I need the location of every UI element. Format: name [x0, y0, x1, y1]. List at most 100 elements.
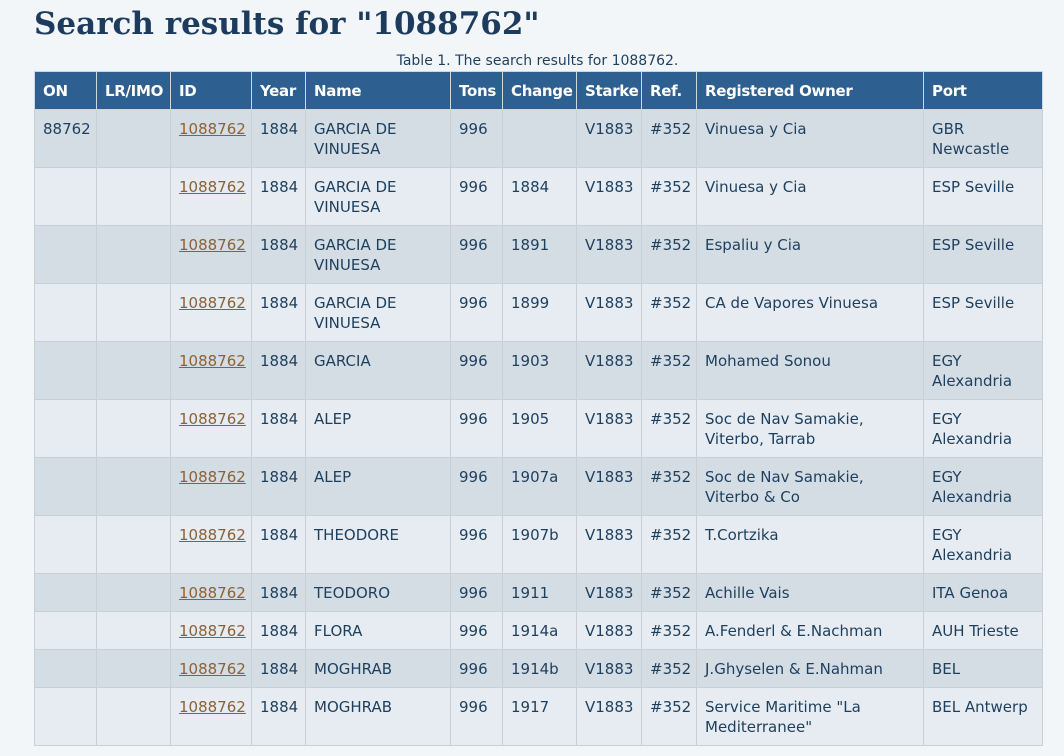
- cell-year: 1884: [251, 687, 306, 746]
- table-row: 1088762 1884 FLORA 996 1914a V1883 #352 A.Fende…: [34, 611, 1043, 650]
- cell-change: 1903: [502, 341, 577, 400]
- cell-change: 1905: [502, 399, 577, 458]
- cell-id: 1088762: [170, 649, 252, 688]
- cell-registered-owner: A.Fenderl & E.Nachman: [696, 611, 924, 650]
- cell-ref: #352: [641, 341, 697, 400]
- cell-port: BEL: [923, 649, 1043, 688]
- cell-on: [34, 225, 97, 284]
- cell-tons: 996: [450, 649, 503, 688]
- col-header-on[interactable]: ON: [34, 71, 97, 110]
- ship-id-link[interactable]: 1088762: [179, 468, 246, 486]
- col-header-year[interactable]: Year: [251, 71, 306, 110]
- col-header-change[interactable]: Change: [502, 71, 577, 110]
- cell-ref: #352: [641, 109, 697, 168]
- cell-tons: 996: [450, 109, 503, 168]
- cell-ref: #352: [641, 167, 697, 226]
- ship-id-link[interactable]: 1088762: [179, 178, 246, 196]
- col-header-registered-owner[interactable]: Registered Owner: [696, 71, 924, 110]
- cell-lr-imo: [96, 687, 171, 746]
- cell-id: 1088762: [170, 283, 252, 342]
- col-header-name[interactable]: Name: [305, 71, 451, 110]
- cell-on: [34, 167, 97, 226]
- ship-id-link[interactable]: 1088762: [179, 698, 246, 716]
- cell-starke: V1883: [576, 341, 642, 400]
- cell-name: ALEP: [305, 457, 451, 516]
- cell-starke: V1883: [576, 457, 642, 516]
- cell-registered-owner: J.Ghyselen & E.Nahman: [696, 649, 924, 688]
- ship-id-link[interactable]: 1088762: [179, 584, 246, 602]
- col-header-port[interactable]: Port: [923, 71, 1043, 110]
- cell-on: [34, 649, 97, 688]
- col-header-starke[interactable]: Starke: [576, 71, 642, 110]
- cell-registered-owner: Vinuesa y Cia: [696, 109, 924, 168]
- ship-id-link[interactable]: 1088762: [179, 236, 246, 254]
- cell-change: 1914b: [502, 649, 577, 688]
- cell-tons: 996: [450, 341, 503, 400]
- col-header-id[interactable]: ID: [170, 71, 252, 110]
- cell-name: GARCIA DE VINUESA: [305, 109, 451, 168]
- ship-id-link[interactable]: 1088762: [179, 352, 246, 370]
- cell-year: 1884: [251, 457, 306, 516]
- cell-year: 1884: [251, 515, 306, 574]
- cell-port: EGY Alexandria: [923, 341, 1043, 400]
- cell-id: 1088762: [170, 457, 252, 516]
- cell-year: 1884: [251, 225, 306, 284]
- table-caption: Table 1. The search results for 1088762.: [396, 53, 679, 69]
- col-header-lr-imo[interactable]: LR/IMO: [96, 71, 171, 110]
- cell-registered-owner: Espaliu y Cia: [696, 225, 924, 284]
- cell-id: 1088762: [170, 167, 252, 226]
- results-table-body: 88762 1088762 1884 GARCIA DE VINUESA 996 V188…: [34, 109, 1043, 746]
- cell-port: ESP Seville: [923, 167, 1043, 226]
- cell-port: EGY Alexandria: [923, 457, 1043, 516]
- cell-id: 1088762: [170, 225, 252, 284]
- cell-tons: 996: [450, 283, 503, 342]
- cell-on: [34, 457, 97, 516]
- ship-id-link[interactable]: 1088762: [179, 120, 246, 138]
- ship-id-link[interactable]: 1088762: [179, 410, 246, 428]
- cell-on: [34, 611, 97, 650]
- ship-id-link[interactable]: 1088762: [179, 294, 246, 312]
- cell-starke: V1883: [576, 649, 642, 688]
- cell-ref: #352: [641, 225, 697, 284]
- cell-port: BEL Antwerp: [923, 687, 1043, 746]
- ship-id-link[interactable]: 1088762: [179, 526, 246, 544]
- cell-tons: 996: [450, 167, 503, 226]
- cell-year: 1884: [251, 283, 306, 342]
- col-header-ref[interactable]: Ref.: [641, 71, 697, 110]
- cell-lr-imo: [96, 611, 171, 650]
- cell-lr-imo: [96, 225, 171, 284]
- ship-id-link[interactable]: 1088762: [179, 622, 246, 640]
- cell-change: 1911: [502, 573, 577, 612]
- cell-port: EGY Alexandria: [923, 515, 1043, 574]
- cell-tons: 996: [450, 611, 503, 650]
- cell-year: 1884: [251, 341, 306, 400]
- cell-lr-imo: [96, 649, 171, 688]
- cell-port: EGY Alexandria: [923, 399, 1043, 458]
- cell-port: ITA Genoa: [923, 573, 1043, 612]
- cell-name: GARCIA DE VINUESA: [305, 283, 451, 342]
- table-row: 1088762 1884 MOGHRAB 996 1914b V1883 #352 J.Ghy…: [34, 649, 1043, 688]
- cell-id: 1088762: [170, 515, 252, 574]
- cell-on: [34, 687, 97, 746]
- cell-tons: 996: [450, 573, 503, 612]
- cell-on: [34, 573, 97, 612]
- cell-change: 1891: [502, 225, 577, 284]
- cell-starke: V1883: [576, 109, 642, 168]
- cell-id: 1088762: [170, 109, 252, 168]
- cell-change: 1899: [502, 283, 577, 342]
- cell-on: [34, 341, 97, 400]
- cell-lr-imo: [96, 341, 171, 400]
- cell-starke: V1883: [576, 225, 642, 284]
- cell-on: [34, 515, 97, 574]
- cell-starke: V1883: [576, 515, 642, 574]
- ship-id-link[interactable]: 1088762: [179, 660, 246, 678]
- cell-port: ESP Seville: [923, 283, 1043, 342]
- cell-id: 1088762: [170, 573, 252, 612]
- cell-starke: V1883: [576, 687, 642, 746]
- cell-starke: V1883: [576, 399, 642, 458]
- cell-lr-imo: [96, 515, 171, 574]
- cell-registered-owner: Soc de Nav Samakie, Viterbo, Tarrab: [696, 399, 924, 458]
- cell-lr-imo: [96, 109, 171, 168]
- col-header-tons[interactable]: Tons: [450, 71, 503, 110]
- cell-lr-imo: [96, 457, 171, 516]
